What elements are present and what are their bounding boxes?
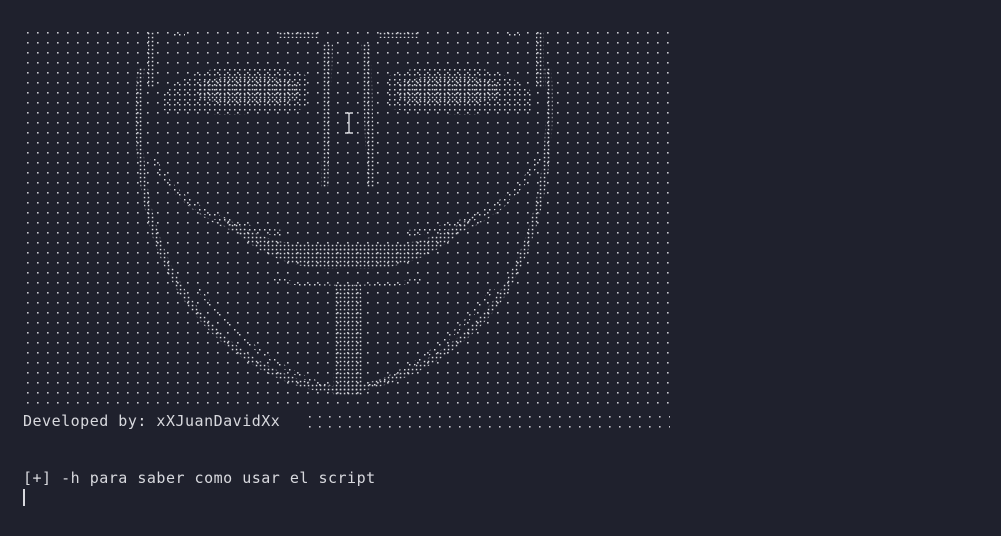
developer-credit: Developed by: xXJuanDavidXx [23,412,281,430]
terminal-window[interactable]: Developed by: xXJuanDavidXx [+] -h para … [0,0,1001,536]
terminal-caret[interactable] [23,489,25,506]
ascii-art-mask-banner [23,28,670,406]
text-ibeam-cursor-icon [345,112,353,134]
help-message: -h para saber como usar el script [61,469,376,487]
banner-dot-trail [305,412,670,430]
help-prefix: [+] [23,469,52,487]
help-hint-line: [+] -h para saber como usar el script [23,469,376,487]
